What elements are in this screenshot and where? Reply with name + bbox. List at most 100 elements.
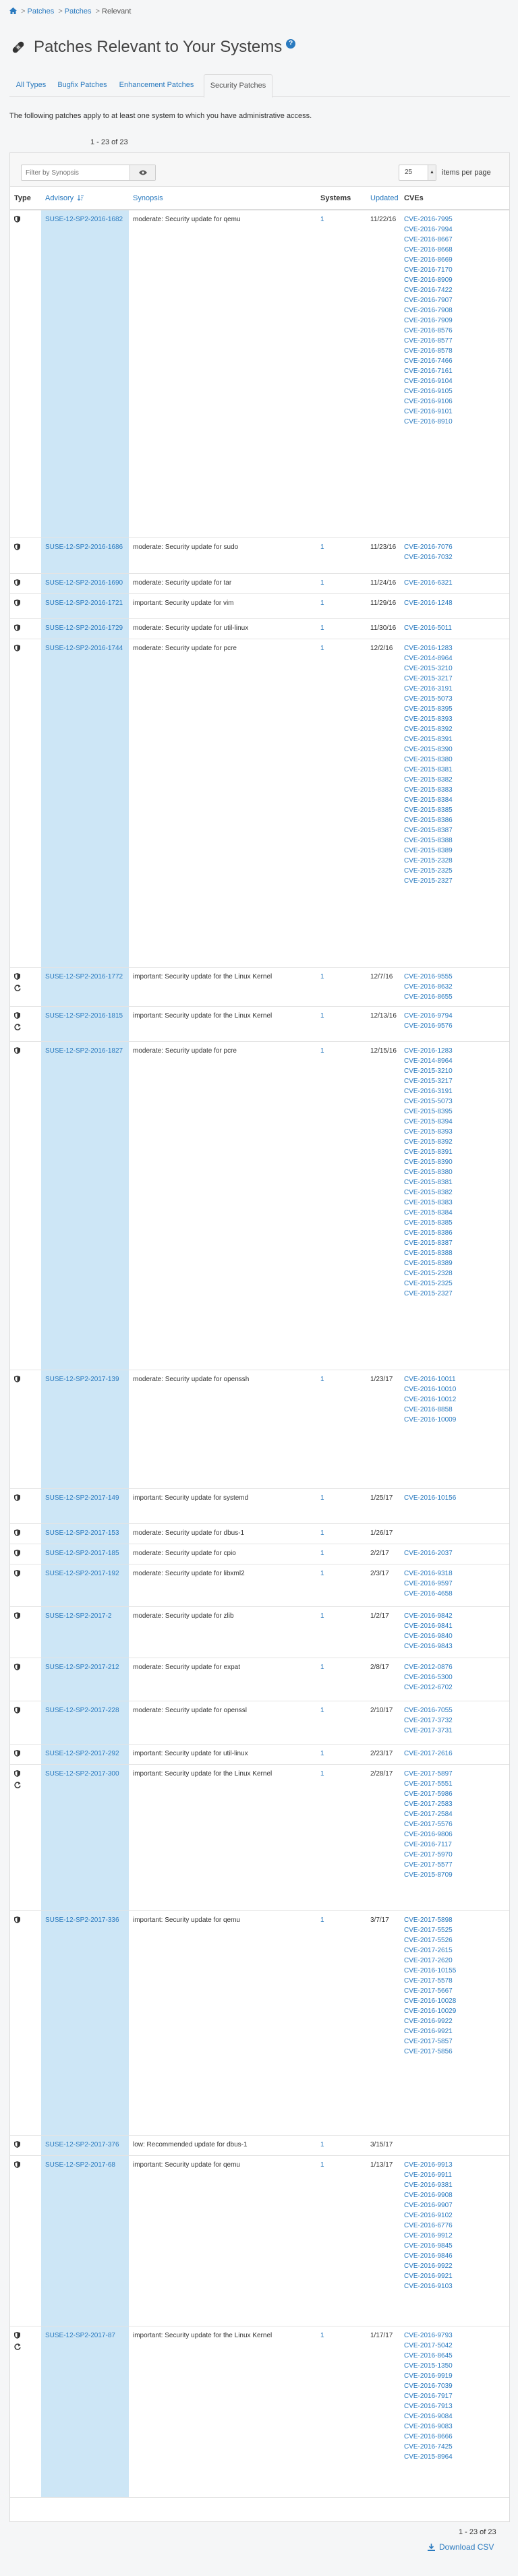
cve-link[interactable]: CVE-2017-5525 — [404, 1925, 505, 1935]
systems-count-link[interactable]: 1 — [320, 1612, 324, 1620]
cve-link[interactable]: CVE-2016-10028 — [404, 1996, 505, 2006]
advisory-link[interactable]: SUSE-12-SP2-2016-1772 — [45, 973, 123, 980]
cve-link[interactable]: CVE-2015-8393 — [404, 714, 505, 724]
cve-link[interactable]: CVE-2017-2616 — [404, 1749, 505, 1759]
download-csv-link[interactable]: Download CSV — [428, 2542, 494, 2552]
cve-link[interactable]: CVE-2016-9381 — [404, 2180, 505, 2190]
cve-link[interactable]: CVE-2016-6321 — [404, 578, 505, 588]
cve-link[interactable]: CVE-2016-9907 — [404, 2200, 505, 2211]
cve-link[interactable]: CVE-2016-7994 — [404, 225, 505, 235]
cve-link[interactable]: CVE-2015-8389 — [404, 846, 505, 856]
advisory-link[interactable]: SUSE-12-SP2-2017-212 — [45, 1664, 119, 1671]
breadcrumb-link-patches-2[interactable]: Patches — [65, 7, 92, 16]
cve-link[interactable]: CVE-2015-8381 — [404, 1177, 505, 1188]
cve-link[interactable]: CVE-2015-8964 — [404, 2452, 505, 2462]
breadcrumb-link-patches[interactable]: Patches — [28, 7, 55, 16]
cve-link[interactable]: CVE-2016-8576 — [404, 326, 505, 336]
cve-link[interactable]: CVE-2016-9922 — [404, 2016, 505, 2026]
cve-link[interactable]: CVE-2016-9101 — [404, 407, 505, 417]
cve-link[interactable]: CVE-2016-7907 — [404, 295, 505, 305]
systems-count-link[interactable]: 1 — [320, 1550, 324, 1557]
cve-link[interactable]: CVE-2015-8387 — [404, 1238, 505, 1248]
advisory-link[interactable]: SUSE-12-SP2-2016-1815 — [45, 1012, 123, 1020]
advisory-link[interactable]: SUSE-12-SP2-2016-1690 — [45, 579, 123, 587]
cve-link[interactable]: CVE-2016-10156 — [404, 1493, 505, 1503]
cve-link[interactable]: CVE-2016-7425 — [404, 2442, 505, 2452]
systems-count-link[interactable]: 1 — [320, 2141, 324, 2148]
cve-link[interactable]: CVE-2016-8669 — [404, 255, 505, 265]
advisory-link[interactable]: SUSE-12-SP2-2017-185 — [45, 1550, 119, 1557]
cve-link[interactable]: CVE-2016-7076 — [404, 542, 505, 552]
cve-link[interactable]: CVE-2016-9106 — [404, 397, 505, 407]
cve-link[interactable]: CVE-2016-1248 — [404, 598, 505, 608]
tab-bugfix-patches[interactable]: Bugfix Patches — [54, 74, 111, 97]
cve-link[interactable]: CVE-2016-6776 — [404, 2221, 505, 2231]
cve-link[interactable]: CVE-2015-8392 — [404, 1137, 505, 1147]
cve-link[interactable]: CVE-2016-4658 — [404, 1589, 505, 1599]
cve-link[interactable]: CVE-2016-9841 — [404, 1621, 505, 1631]
cve-link[interactable]: CVE-2015-2327 — [404, 1289, 505, 1299]
cve-link[interactable]: CVE-2016-7909 — [404, 316, 505, 326]
cve-link[interactable]: CVE-2015-8393 — [404, 1127, 505, 1137]
advisory-link[interactable]: SUSE-12-SP2-2016-1682 — [45, 216, 123, 223]
cve-link[interactable]: CVE-2016-7161 — [404, 366, 505, 376]
cve-link[interactable]: CVE-2014-8964 — [404, 653, 505, 664]
cve-link[interactable]: CVE-2015-8384 — [404, 795, 505, 805]
advisory-link[interactable]: SUSE-12-SP2-2017-149 — [45, 1494, 119, 1502]
cve-link[interactable]: CVE-2016-9912 — [404, 2231, 505, 2241]
cve-link[interactable]: CVE-2016-8910 — [404, 417, 505, 427]
cve-link[interactable]: CVE-2017-5898 — [404, 1915, 505, 1925]
cve-link[interactable]: CVE-2016-8909 — [404, 275, 505, 285]
systems-count-link[interactable]: 1 — [320, 645, 324, 652]
cve-link[interactable]: CVE-2016-10010 — [404, 1384, 505, 1395]
cve-link[interactable]: CVE-2015-1350 — [404, 2361, 505, 2371]
cve-link[interactable]: CVE-2015-8380 — [404, 755, 505, 765]
cve-link[interactable]: CVE-2015-8380 — [404, 1167, 505, 1177]
cve-link[interactable]: CVE-2015-8390 — [404, 744, 505, 755]
cve-link[interactable]: CVE-2015-2327 — [404, 876, 505, 886]
cve-link[interactable]: CVE-2016-9908 — [404, 2190, 505, 2200]
col-updated[interactable]: Updated — [366, 187, 400, 210]
cve-link[interactable]: CVE-2017-5970 — [404, 1850, 505, 1860]
tab-all-types[interactable]: All Types — [9, 74, 53, 97]
cve-link[interactable]: CVE-2015-8395 — [404, 1107, 505, 1117]
cve-link[interactable]: CVE-2017-2583 — [404, 1799, 505, 1809]
cve-link[interactable]: CVE-2016-7466 — [404, 356, 505, 366]
cve-link[interactable]: CVE-2015-8391 — [404, 734, 505, 744]
advisory-link[interactable]: SUSE-12-SP2-2016-1686 — [45, 544, 123, 551]
cve-link[interactable]: CVE-2016-10009 — [404, 1415, 505, 1425]
cve-link[interactable]: CVE-2016-9102 — [404, 2211, 505, 2221]
advisory-link[interactable]: SUSE-12-SP2-2017-2 — [45, 1612, 111, 1620]
tab-enhancement-patches[interactable]: Enhancement Patches — [112, 74, 201, 97]
cve-link[interactable]: CVE-2015-8386 — [404, 815, 505, 825]
cve-link[interactable]: CVE-2017-5986 — [404, 1789, 505, 1799]
cve-link[interactable]: CVE-2015-3210 — [404, 1066, 505, 1076]
filter-button[interactable] — [130, 165, 155, 180]
cve-link[interactable]: CVE-2012-6702 — [404, 1682, 505, 1693]
advisory-link[interactable]: SUSE-12-SP2-2016-1827 — [45, 1047, 123, 1055]
cve-link[interactable]: CVE-2016-9084 — [404, 2411, 505, 2422]
cve-link[interactable]: CVE-2017-5897 — [404, 1769, 505, 1779]
cve-link[interactable]: CVE-2015-8389 — [404, 1258, 505, 1268]
advisory-link[interactable]: SUSE-12-SP2-2017-68 — [45, 2161, 115, 2169]
advisory-link[interactable]: SUSE-12-SP2-2017-300 — [45, 1770, 119, 1778]
systems-count-link[interactable]: 1 — [320, 2332, 324, 2339]
cve-link[interactable]: CVE-2016-10155 — [404, 1966, 505, 1976]
cve-link[interactable]: CVE-2016-8668 — [404, 245, 505, 255]
cve-link[interactable]: CVE-2016-9576 — [404, 1021, 505, 1031]
cve-link[interactable]: CVE-2016-9104 — [404, 376, 505, 386]
cve-link[interactable]: CVE-2016-8578 — [404, 346, 505, 356]
cve-link[interactable]: CVE-2015-2328 — [404, 1268, 505, 1279]
cve-link[interactable]: CVE-2016-9793 — [404, 2331, 505, 2341]
cve-link[interactable]: CVE-2016-9555 — [404, 972, 505, 982]
cve-link[interactable]: CVE-2017-5667 — [404, 1986, 505, 1996]
systems-count-link[interactable]: 1 — [320, 1570, 324, 1577]
cve-link[interactable]: CVE-2015-8387 — [404, 825, 505, 836]
cve-link[interactable]: CVE-2017-2620 — [404, 1956, 505, 1966]
cve-link[interactable]: CVE-2015-2325 — [404, 1279, 505, 1289]
cve-link[interactable]: CVE-2016-10029 — [404, 2006, 505, 2016]
systems-count-link[interactable]: 1 — [320, 1916, 324, 1924]
systems-count-link[interactable]: 1 — [320, 1012, 324, 1020]
cve-link[interactable]: CVE-2017-5551 — [404, 1779, 505, 1789]
systems-count-link[interactable]: 1 — [320, 544, 324, 551]
